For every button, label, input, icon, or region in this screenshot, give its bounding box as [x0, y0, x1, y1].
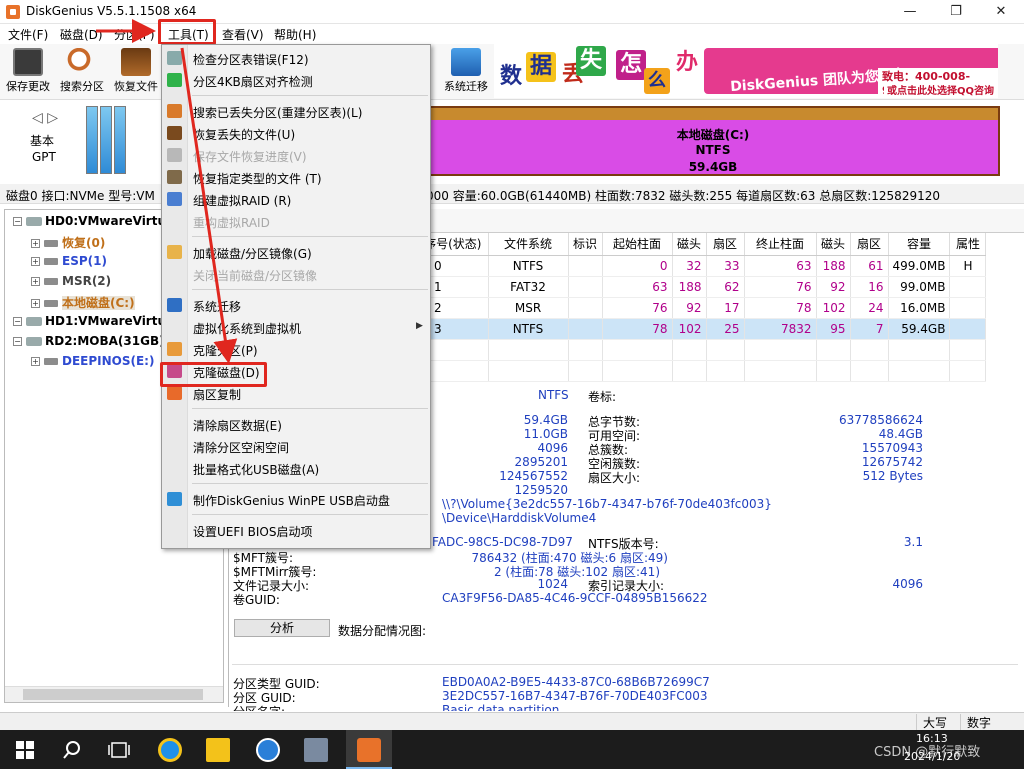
arrow-to-clone-disk [180, 47, 238, 364]
annotation-arrows [96, 19, 238, 364]
